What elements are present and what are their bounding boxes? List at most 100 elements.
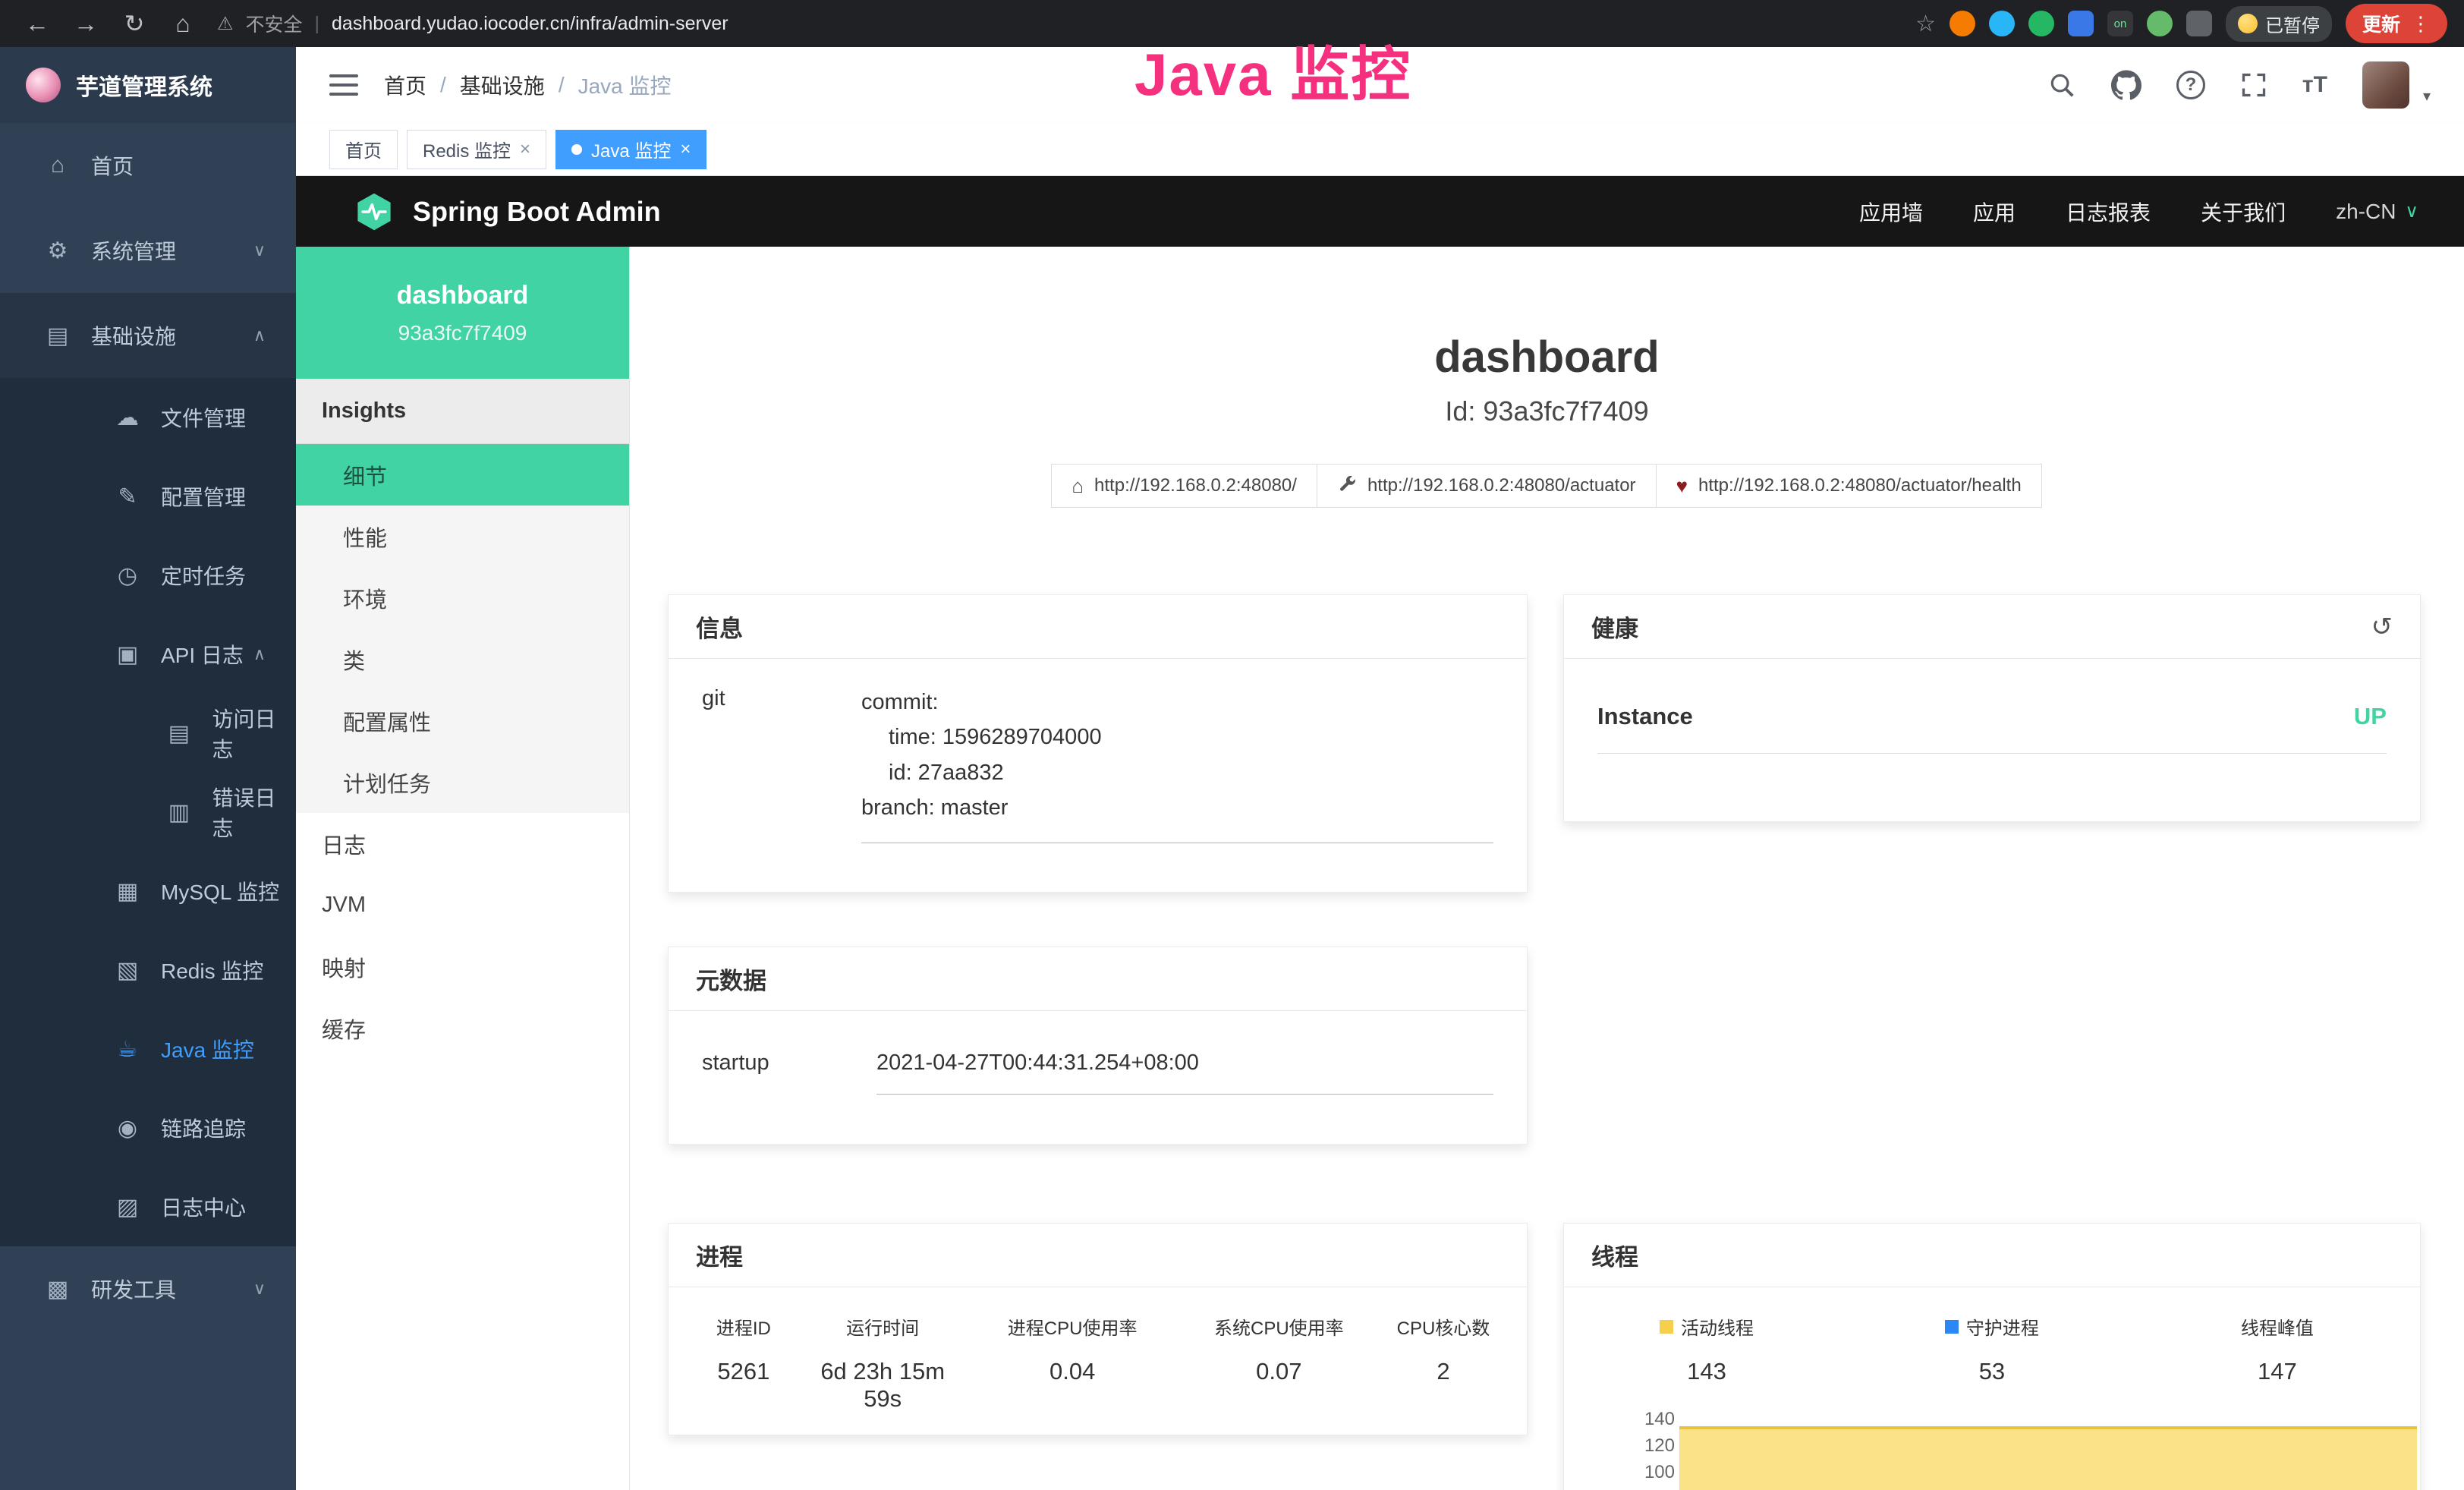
sba-item-caches[interactable]: 缓存 (296, 997, 629, 1059)
tab-home[interactable]: 首页 (329, 130, 398, 169)
fullscreen-icon[interactable] (2240, 71, 2267, 99)
active-threads-area (1679, 1426, 2417, 1490)
sba-main: dashboard Id: 93a3fc7f7409 ⌂ http://192.… (630, 247, 2464, 1490)
close-icon[interactable]: × (680, 139, 691, 160)
git-commit-line: commit: (861, 685, 1493, 720)
sba-item-environment[interactable]: 环境 (296, 567, 629, 628)
hamburger-icon[interactable] (329, 74, 358, 96)
sba-item-mappings[interactable]: 映射 (296, 936, 629, 997)
sba-item-performance[interactable]: 性能 (296, 506, 629, 567)
col-pid: 进程ID (676, 1313, 811, 1340)
browser-menu-icon[interactable]: ⋮ (2411, 12, 2431, 36)
sidebar-item-config-management[interactable]: ✎ 配置管理 (0, 457, 296, 536)
browser-home-icon[interactable]: ⌂ (162, 10, 203, 38)
daemon-threads-value: 53 (1849, 1358, 2135, 1385)
instance-name: dashboard (397, 281, 529, 310)
sidebar-item-infrastructure[interactable]: ▤ 基础设施 ∧ (0, 293, 296, 378)
chevron-down-icon: ∨ (253, 1279, 266, 1299)
tab-redis-monitor[interactable]: Redis 监控 × (407, 130, 546, 169)
sidebar-item-access-logs[interactable]: ▤ 访问日志 (0, 694, 296, 773)
update-button[interactable]: 更新 ⋮ (2346, 4, 2447, 43)
menu-label: 链路追踪 (161, 1113, 246, 1143)
sidebar-item-scheduled-tasks[interactable]: ◷ 定时任务 (0, 536, 296, 615)
java-icon: ☕ (114, 1036, 141, 1063)
extension-icon-4[interactable] (2068, 11, 2094, 36)
page-id: Id: 93a3fc7f7409 (630, 395, 2464, 427)
y-axis-tick: 140 (1584, 1409, 1675, 1430)
sidebar-item-file-management[interactable]: ☁ 文件管理 (0, 378, 296, 457)
sba-brand[interactable]: Spring Boot Admin (354, 191, 661, 232)
sba-nav-applications[interactable]: 应用 (1973, 197, 2016, 227)
app-sidebar: 芋道管理系统 ⌂ 首页 ⚙ 系统管理 ∨ ▤ 基础设施 ∧ ☁ 文件管理 ✎ (0, 47, 296, 1490)
sba-nav-wallboard[interactable]: 应用墙 (1859, 197, 1923, 227)
font-size-icon[interactable]: тT (2302, 72, 2327, 98)
forward-icon[interactable]: → (65, 10, 106, 38)
sba-item-classes[interactable]: 类 (296, 628, 629, 690)
close-icon[interactable]: × (520, 139, 530, 160)
y-axis-tick: 100 (1584, 1462, 1675, 1483)
extension-icon-3[interactable] (2028, 11, 2054, 36)
app-logo-row[interactable]: 芋道管理系统 (0, 47, 296, 123)
reload-icon[interactable]: ↻ (114, 9, 155, 38)
security-label[interactable]: 不安全 (246, 10, 303, 37)
sba-item-jvm[interactable]: JVM (296, 874, 629, 936)
sidebar-item-mysql-monitor[interactable]: ▦ MySQL 监控 (0, 852, 296, 931)
menu-label: 研发工具 (91, 1274, 176, 1304)
health-url-link[interactable]: ♥ http://192.168.0.2:48080/actuator/heal… (1656, 464, 2042, 508)
url-text[interactable]: dashboard.yudao.iocoder.cn/infra/admin-s… (332, 13, 729, 35)
paused-badge[interactable]: 已暂停 (2226, 6, 2332, 42)
sba-item-scheduled-tasks[interactable]: 计划任务 (296, 751, 629, 813)
process-card: 进程 进程ID 运行时间 进程CPU使用率 系统CPU使用率 CPU核心数 52… (668, 1223, 1528, 1435)
extension-icon-2[interactable] (1989, 11, 2015, 36)
sba-item-logs[interactable]: 日志 (296, 813, 629, 874)
sidebar-item-error-logs[interactable]: ▥ 错误日志 (0, 773, 296, 852)
breadcrumb-home[interactable]: 首页 (384, 70, 426, 100)
sba-locale-select[interactable]: zh-CN ∨ (2336, 200, 2418, 224)
sidebar-item-trace[interactable]: ◉ 链路追踪 (0, 1088, 296, 1167)
sba-nav-journal[interactable]: 日志报表 (2066, 197, 2151, 227)
back-icon[interactable]: ← (17, 10, 58, 38)
sba-instance-header[interactable]: dashboard 93a3fc7f7409 (296, 247, 629, 379)
eye-icon: ◉ (114, 1115, 141, 1142)
val-system-cpu: 0.07 (1191, 1358, 1367, 1413)
actuator-url-link[interactable]: http://192.168.0.2:48080/actuator (1317, 464, 1657, 508)
extension-icon-1[interactable] (1949, 11, 1975, 36)
extension-icon-6[interactable] (2147, 11, 2173, 36)
sidebar-item-java-monitor[interactable]: ☕ Java 监控 (0, 1010, 296, 1088)
house-icon: ⌂ (1072, 474, 1084, 498)
extension-on-icon[interactable]: on (2107, 11, 2133, 36)
sidebar-item-system-management[interactable]: ⚙ 系统管理 ∨ (0, 208, 296, 293)
tab-java-monitor[interactable]: Java 监控 × (555, 130, 706, 169)
bookmark-star-icon[interactable]: ☆ (1915, 11, 1936, 37)
sidebar-item-log-center[interactable]: ▨ 日志中心 (0, 1167, 296, 1246)
sidebar-item-redis-monitor[interactable]: ▧ Redis 监控 (0, 931, 296, 1010)
sidebar-item-dev-tools[interactable]: ▩ 研发工具 ∨ (0, 1246, 296, 1331)
history-icon[interactable]: ↺ (2371, 612, 2393, 642)
breadcrumb-separator: / (440, 73, 446, 97)
y-axis-tick: 120 (1584, 1435, 1675, 1457)
github-icon[interactable] (2111, 70, 2141, 100)
sidebar-item-home[interactable]: ⌂ 首页 (0, 123, 296, 208)
extension-puzzle-icon[interactable] (2186, 11, 2212, 36)
help-icon[interactable]: ? (2176, 71, 2205, 99)
sba-nav-about[interactable]: 关于我们 (2201, 197, 2286, 227)
access-log-icon: ▤ (165, 720, 193, 747)
instance-url-link[interactable]: ⌂ http://192.168.0.2:48080/ (1051, 464, 1317, 508)
api-log-icon: ▣ (114, 641, 141, 668)
sidebar-item-api-logs[interactable]: ▣ API 日志 ∧ (0, 615, 296, 694)
sba-item-config-props[interactable]: 配置属性 (296, 690, 629, 751)
tools-icon: ▩ (44, 1276, 71, 1303)
sba-item-details[interactable]: 细节 (296, 444, 629, 506)
git-time-line: time: 1596289704000 (861, 720, 1493, 754)
sba-sidebar: dashboard 93a3fc7f7409 Insights 细节 性能 环境… (296, 247, 630, 1490)
search-icon[interactable] (2047, 71, 2076, 99)
tab-label: Redis 监控 (423, 136, 511, 162)
active-threads-label: 活动线程 (1681, 1313, 1754, 1340)
timer-icon: ◷ (114, 562, 141, 589)
redis-icon: ▧ (114, 957, 141, 984)
col-cpu-cores: CPU核心数 (1367, 1313, 1519, 1340)
breadcrumb-infrastructure[interactable]: 基础设施 (460, 70, 545, 100)
link-text: http://192.168.0.2:48080/actuator (1367, 475, 1636, 496)
address-bar[interactable]: ⚠ 不安全 | dashboard.yudao.iocoder.cn/infra… (217, 10, 1908, 37)
avatar[interactable] (2362, 61, 2409, 109)
